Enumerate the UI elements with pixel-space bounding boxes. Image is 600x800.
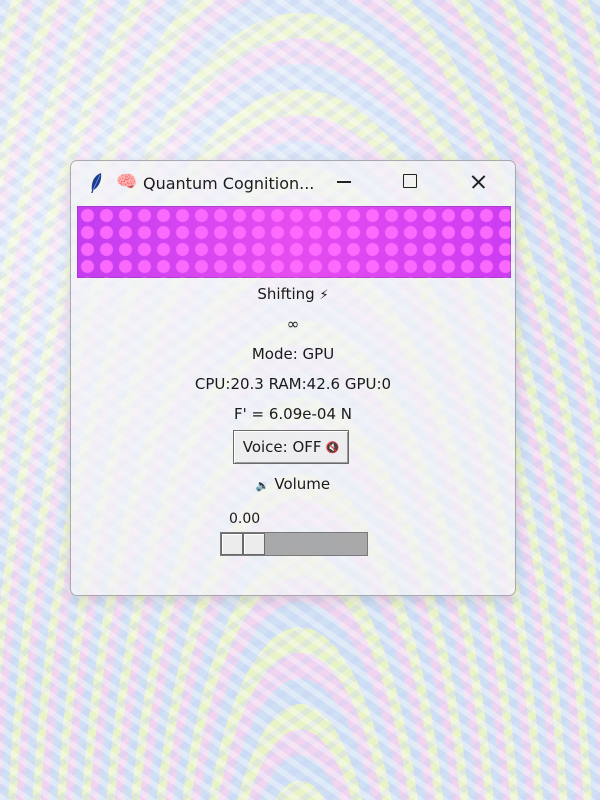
volume-slider-handle[interactable] <box>221 533 265 555</box>
lightning-icon: ⚡ <box>319 288 329 303</box>
title-bar[interactable]: 🧠 Quantum Cognition... <box>71 161 515 203</box>
state-label: Shifting <box>257 285 315 303</box>
force-readout: F' = 6.09e-04 N <box>234 405 352 423</box>
volume-label: Volume <box>274 475 331 493</box>
window-title: Quantum Cognition... <box>143 174 315 193</box>
minimize-button[interactable] <box>329 169 359 195</box>
infinity-symbol: ∞ <box>286 315 300 333</box>
spectrum-visualizer <box>77 206 511 278</box>
close-button[interactable] <box>463 169 493 195</box>
resource-usage: CPU:20.3 RAM:42.6 GPU:0 <box>194 375 392 393</box>
volume-line: 🔉 Volume <box>71 475 515 493</box>
mode-label: Mode: GPU <box>251 345 335 363</box>
voice-button-label: Voice: OFF <box>242 438 322 456</box>
mute-icon: 🔇 <box>325 440 340 454</box>
maximize-button[interactable] <box>395 169 425 195</box>
volume-value: 0.00 <box>229 511 261 527</box>
voice-toggle-button[interactable]: Voice: OFF 🔇 <box>233 430 349 464</box>
speaker-icon: 🔉 <box>255 479 270 492</box>
feather-icon <box>91 173 102 193</box>
brain-icon: 🧠 <box>116 172 138 192</box>
volume-slider[interactable] <box>220 532 368 556</box>
app-window: 🧠 Quantum Cognition... Shifting ⚡ ∞ Mode… <box>70 160 516 596</box>
state-line: Shifting ⚡ <box>71 285 515 303</box>
